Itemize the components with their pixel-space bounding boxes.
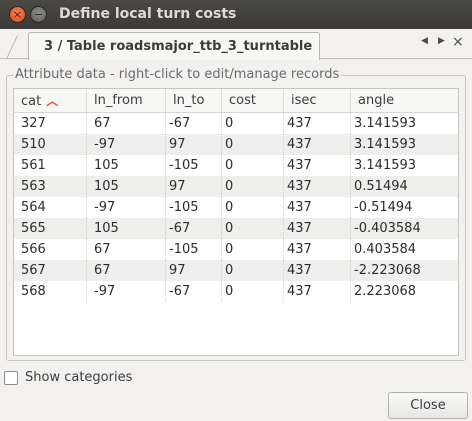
group-label: Attribute data - right-click to edit/man… [13, 67, 342, 82]
cell-ln-from[interactable]: -97 [87, 197, 166, 218]
cell-ln-from[interactable]: -97 [87, 281, 166, 302]
table-row[interactable]: 327 67 -67 0 437 3.141593 [14, 113, 458, 134]
column-header-cost[interactable]: cost [222, 89, 284, 113]
cell-cat[interactable]: 561 [14, 155, 87, 176]
tab-strip: 3 / Table roadsmajor_ttb_3_turntable ◀ ▶… [0, 29, 472, 60]
table-row[interactable]: 565 105 -67 0 437 -0.403584 [14, 218, 458, 239]
cell-angle[interactable]: 0.51494 [351, 176, 458, 197]
cell-angle[interactable]: 3.141593 [351, 113, 458, 134]
cell-cat[interactable]: 565 [14, 218, 87, 239]
cell-angle[interactable]: -0.51494 [351, 197, 458, 218]
close-icon: × [12, 8, 23, 21]
cell-angle[interactable]: 0.403584 [351, 239, 458, 260]
cell-ln-to[interactable]: 97 [166, 134, 222, 155]
cell-isec[interactable]: 437 [284, 197, 351, 218]
cell-cat[interactable]: 566 [14, 239, 87, 260]
column-header-label: cat [21, 94, 42, 109]
cell-cat[interactable]: 510 [14, 134, 87, 155]
cell-ln-to[interactable]: -67 [166, 113, 222, 134]
cell-isec[interactable]: 437 [284, 260, 351, 281]
cell-ln-from[interactable]: 67 [87, 113, 166, 134]
cell-ln-from[interactable]: 67 [87, 260, 166, 281]
cell-cost[interactable]: 0 [222, 281, 284, 302]
close-button-label: Close [410, 398, 446, 413]
cell-ln-to[interactable]: -105 [166, 239, 222, 260]
column-header-cat[interactable]: cat ︿ [14, 89, 87, 113]
column-header-ln-to[interactable]: ln_to [166, 89, 222, 113]
cell-ln-from[interactable]: 105 [87, 155, 166, 176]
cell-cost[interactable]: 0 [222, 113, 284, 134]
chevron-up-icon: ︿ [46, 94, 59, 108]
cell-angle[interactable]: 2.223068 [351, 281, 458, 302]
window-title: Define local turn costs [59, 6, 237, 22]
show-categories-checkbox[interactable] [4, 370, 18, 385]
cell-cost[interactable]: 0 [222, 239, 284, 260]
cell-isec[interactable]: 437 [284, 176, 351, 197]
cell-cost[interactable]: 0 [222, 155, 284, 176]
tab-scroll-right-icon[interactable]: ▶ [438, 36, 445, 46]
minimize-icon: − [33, 8, 44, 21]
cell-ln-to[interactable]: -105 [166, 155, 222, 176]
table-row[interactable]: 566 67 -105 0 437 0.403584 [14, 239, 458, 260]
window-body: 3 / Table roadsmajor_ttb_3_turntable ◀ ▶… [0, 29, 472, 421]
cell-isec[interactable]: 437 [284, 281, 351, 302]
table-row[interactable]: 563 105 97 0 437 0.51494 [14, 176, 458, 197]
cell-cat[interactable]: 327 [14, 113, 87, 134]
cell-angle[interactable]: -0.403584 [351, 218, 458, 239]
cell-ln-to[interactable]: 97 [166, 176, 222, 197]
window-minimize-button[interactable]: − [30, 6, 47, 23]
cell-isec[interactable]: 437 [284, 113, 351, 134]
cell-isec[interactable]: 437 [284, 155, 351, 176]
column-header-angle[interactable]: angle [351, 89, 458, 113]
table-row[interactable]: 561 105 -105 0 437 3.141593 [14, 155, 458, 176]
cell-cat[interactable]: 564 [14, 197, 87, 218]
title-bar: × − Define local turn costs [0, 0, 472, 29]
cell-ln-to[interactable]: 97 [166, 260, 222, 281]
column-header-isec[interactable]: isec [284, 89, 351, 113]
cell-cat[interactable]: 563 [14, 176, 87, 197]
table-row[interactable]: 567 67 97 0 437 -2.223068 [14, 260, 458, 281]
cell-cat[interactable]: 567 [14, 260, 87, 281]
cell-cost[interactable]: 0 [222, 260, 284, 281]
cell-angle[interactable]: 3.141593 [351, 134, 458, 155]
cell-cost[interactable]: 0 [222, 197, 284, 218]
tab-close-icon[interactable]: × [452, 34, 464, 50]
cell-ln-from[interactable]: 105 [87, 218, 166, 239]
cell-cost[interactable]: 0 [222, 176, 284, 197]
table-row[interactable]: 564 -97 -105 0 437 -0.51494 [14, 197, 458, 218]
cell-ln-to[interactable]: -105 [166, 197, 222, 218]
cell-cost[interactable]: 0 [222, 218, 284, 239]
cell-angle[interactable]: 3.141593 [351, 155, 458, 176]
cell-ln-from[interactable]: 105 [87, 176, 166, 197]
column-header-ln-from[interactable]: ln_from [87, 89, 166, 113]
table-row[interactable]: 568 -97 -67 0 437 2.223068 [14, 281, 458, 302]
cell-isec[interactable]: 437 [284, 134, 351, 155]
cell-angle[interactable]: -2.223068 [351, 260, 458, 281]
tab-table[interactable]: 3 / Table roadsmajor_ttb_3_turntable [28, 32, 320, 60]
cell-cost[interactable]: 0 [222, 134, 284, 155]
table-row[interactable]: 510 -97 97 0 437 3.141593 [14, 134, 458, 155]
tab-label: 3 / Table roadsmajor_ttb_3_turntable [44, 39, 313, 54]
cell-ln-from[interactable]: -97 [87, 134, 166, 155]
cell-cat[interactable]: 568 [14, 281, 87, 302]
tab-scroll-left-icon[interactable]: ◀ [421, 36, 428, 46]
cell-ln-from[interactable]: 67 [87, 239, 166, 260]
cell-ln-to[interactable]: -67 [166, 218, 222, 239]
show-categories-label: Show categories [25, 370, 133, 385]
show-categories-option[interactable]: Show categories [4, 370, 132, 385]
cell-isec[interactable]: 437 [284, 239, 351, 260]
close-button[interactable]: Close [388, 392, 468, 419]
attribute-table[interactable]: cat ︿ ln_from ln_to cost isec angle 327 67… [13, 88, 459, 356]
window-close-button[interactable]: × [9, 6, 26, 23]
attribute-data-group: Attribute data - right-click to edit/man… [6, 67, 466, 361]
cell-ln-to[interactable]: -67 [166, 281, 222, 302]
table-header: cat ︿ ln_from ln_to cost isec angle [14, 89, 458, 113]
cell-isec[interactable]: 437 [284, 218, 351, 239]
